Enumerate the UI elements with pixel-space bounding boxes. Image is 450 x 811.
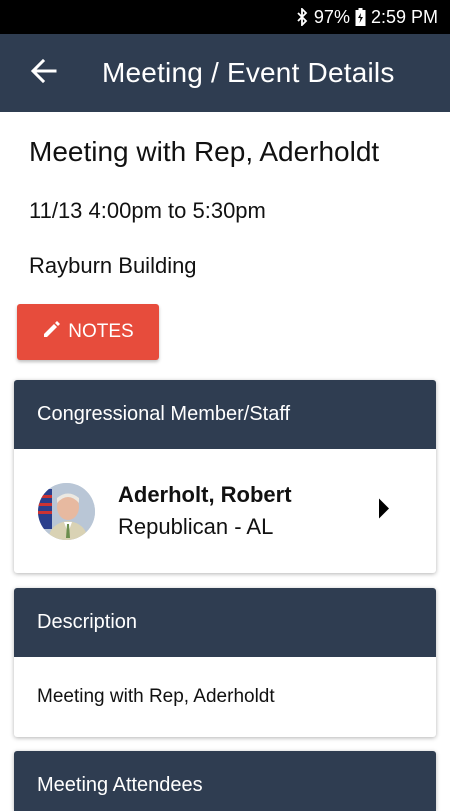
member-party: Republican - AL <box>118 514 274 539</box>
member-row[interactable]: Aderholt, Robert Republican - AL <box>14 449 436 573</box>
caret-right-icon[interactable] <box>378 498 390 524</box>
back-button[interactable] <box>0 34 88 112</box>
notes-button[interactable]: NOTES <box>17 304 159 360</box>
bluetooth-icon <box>296 8 308 26</box>
app-bar: Meeting / Event Details <box>0 34 450 112</box>
description-text: Meeting with Rep, Aderholdt <box>37 686 275 707</box>
battery-percent: 97% <box>313 6 350 27</box>
battery-charging-icon <box>355 8 366 26</box>
member-name: Aderholt, Robert <box>118 482 292 507</box>
description-card-header: Description <box>14 588 436 657</box>
attendees-card-header: Meeting Attendees <box>14 751 436 811</box>
attendees-card: Meeting Attendees <box>14 751 436 811</box>
meeting-location: Rayburn Building <box>29 253 197 278</box>
avatar <box>38 482 95 540</box>
status-bar: 97% 2:59 PM <box>0 0 450 34</box>
meeting-title: Meeting with Rep, Aderholdt <box>29 136 380 167</box>
meeting-time: 11/13 4:00pm to 5:30pm <box>29 198 266 223</box>
member-card-header: Congressional Member/Staff <box>14 380 436 449</box>
page-title: Meeting / Event Details <box>102 57 395 88</box>
notes-button-label: NOTES <box>68 321 134 342</box>
clock: 2:59 PM <box>370 6 438 27</box>
member-card: Congressional Member/Staff Aderholt, Rob… <box>14 380 436 573</box>
pencil-icon <box>42 319 68 345</box>
description-card: Description Meeting with Rep, Aderholdt <box>14 588 436 737</box>
arrow-left-icon <box>30 57 58 90</box>
